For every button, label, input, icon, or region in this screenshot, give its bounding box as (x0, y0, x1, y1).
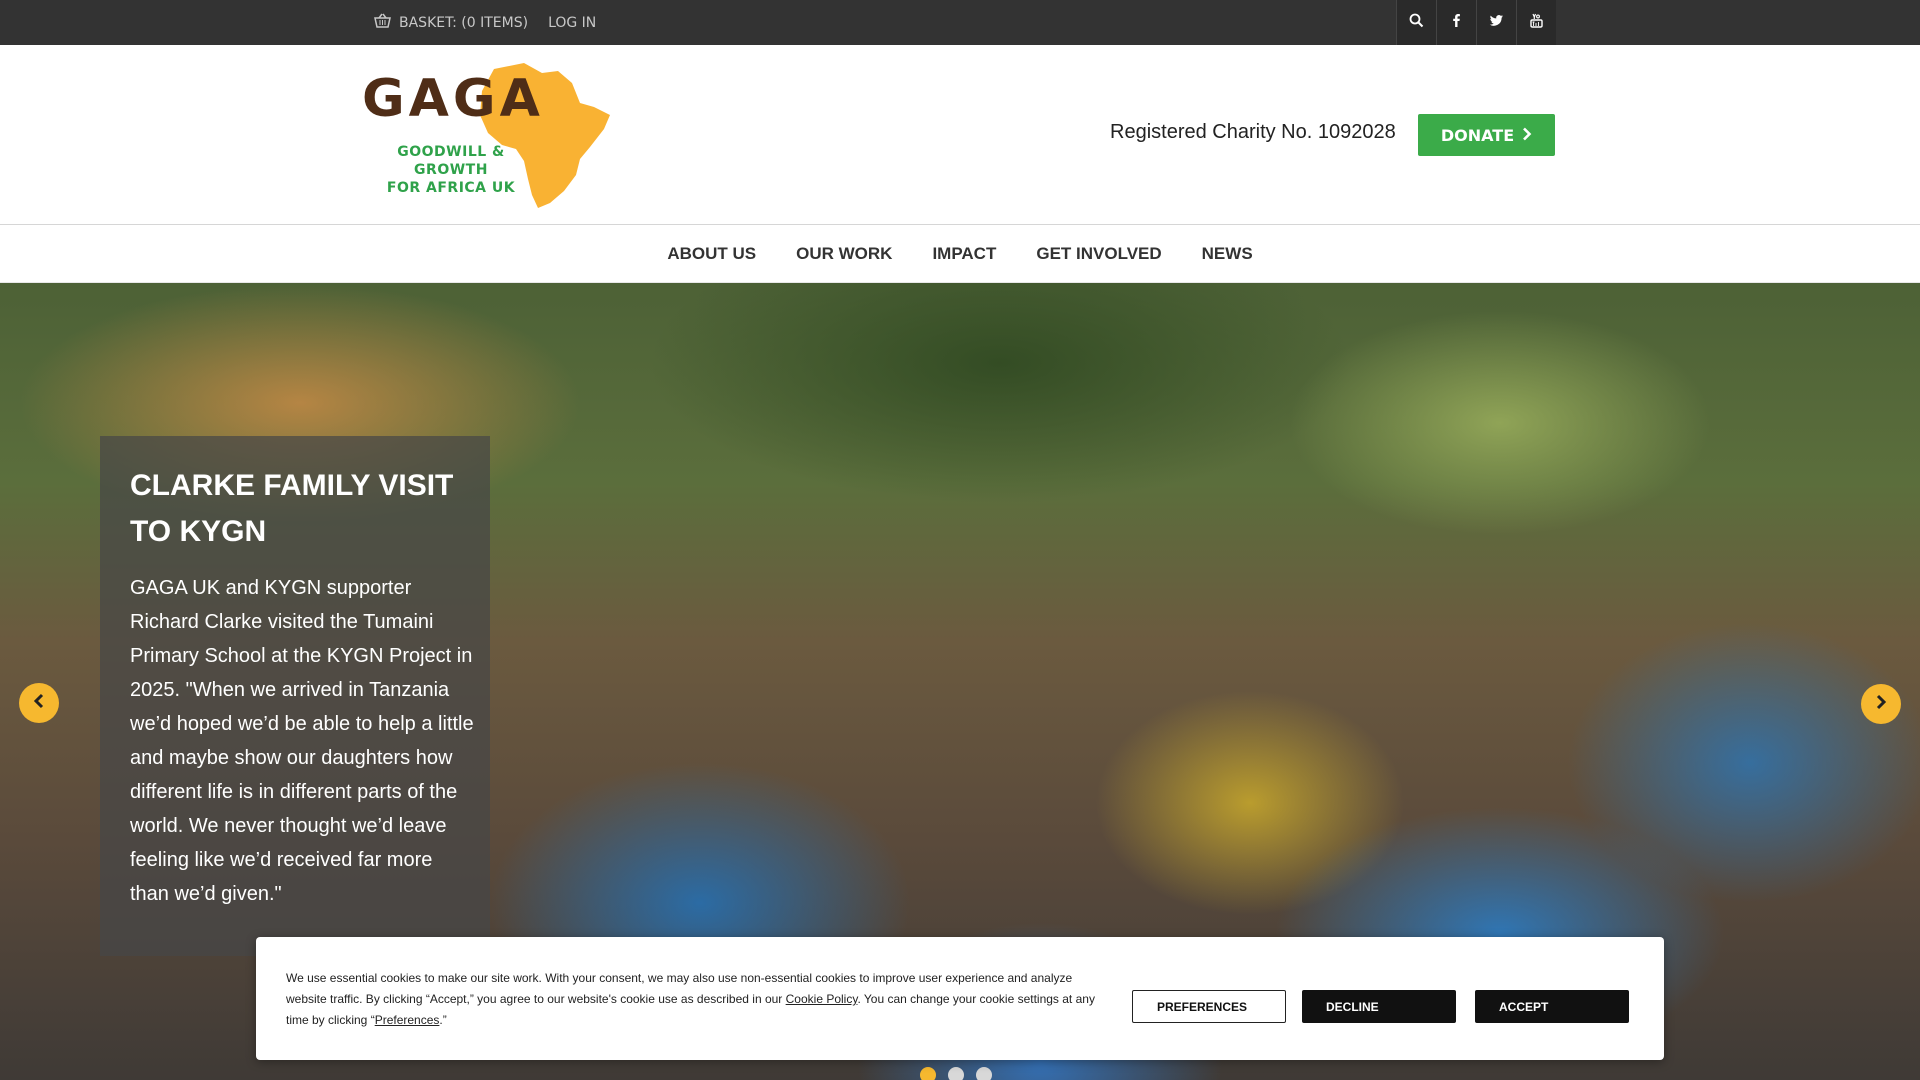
site-logo[interactable]: GAGA GOODWILL & GROWTH FOR AFRICA UK (362, 63, 612, 208)
logo-wordmark: GAGA (362, 69, 544, 129)
cookie-banner: We use essential cookies to make our sit… (256, 937, 1664, 1060)
donate-button[interactable]: DONATE (1418, 114, 1555, 156)
facebook-button[interactable] (1436, 0, 1476, 45)
facebook-icon (1449, 13, 1464, 32)
slider-dot-2[interactable] (948, 1067, 964, 1080)
youtube-button[interactable] (1516, 0, 1556, 45)
slider-dot-1[interactable] (920, 1067, 936, 1080)
main-nav: ABOUT US OUR WORK IMPACT GET INVOLVED NE… (0, 225, 1920, 283)
nav-item-about-us[interactable]: ABOUT US (667, 244, 756, 264)
logo-subtitle: GOODWILL & GROWTH FOR AFRICA UK (366, 143, 536, 197)
search-icon (1409, 13, 1424, 32)
charity-number: Registered Charity No. 1092028 (1110, 121, 1396, 143)
hero-title: CLARKE FAMILY VISIT TO KYGN (130, 469, 454, 548)
cookie-message: We use essential cookies to make our sit… (286, 968, 1116, 1031)
decline-button[interactable]: DECLINE (1302, 990, 1456, 1023)
chevron-right-icon (1875, 694, 1887, 714)
logo-subtitle-line2: FOR AFRICA UK (386, 180, 516, 196)
basket-label: BASKET: (0 ITEMS) (399, 14, 529, 31)
chevron-left-icon (33, 693, 45, 713)
hero-body: GAGA UK and KYGN supporter Richard Clark… (130, 577, 474, 905)
youtube-icon (1529, 13, 1544, 32)
chevron-right-icon (1522, 126, 1532, 145)
slider-next-button[interactable] (1861, 684, 1901, 724)
cookie-text-part3: .” (439, 1013, 447, 1027)
top-bar-icons (1396, 0, 1556, 45)
login-link[interactable]: LOG IN (548, 15, 596, 31)
basket-icon (374, 13, 391, 32)
donate-label: DONATE (1440, 125, 1515, 145)
logo-subtitle-line1: GOODWILL & GROWTH (397, 144, 505, 178)
slider-dots (920, 1067, 992, 1080)
preferences-link[interactable]: Preferences (375, 1013, 440, 1027)
slider-prev-button[interactable] (19, 683, 59, 723)
preferences-button[interactable]: PREFERENCES (1132, 990, 1286, 1023)
slider-dot-3[interactable] (976, 1067, 992, 1080)
nav-item-get-involved[interactable]: GET INVOLVED (1036, 244, 1161, 264)
site-header: GAGA GOODWILL & GROWTH FOR AFRICA UK Reg… (0, 45, 1920, 225)
twitter-button[interactable] (1476, 0, 1516, 45)
nav-item-impact[interactable]: IMPACT (932, 244, 996, 264)
top-bar-left: BASKET: (0 ITEMS) LOG IN (374, 0, 596, 45)
accept-button[interactable]: ACCEPT (1475, 990, 1629, 1023)
cookie-policy-link[interactable]: Cookie Policy (786, 992, 858, 1006)
twitter-icon (1489, 13, 1504, 32)
top-bar: BASKET: (0 ITEMS) LOG IN (0, 0, 1920, 45)
basket-link[interactable]: BASKET: (0 ITEMS) (374, 13, 528, 32)
search-button[interactable] (1396, 0, 1436, 45)
nav-item-our-work[interactable]: OUR WORK (796, 244, 892, 264)
nav-item-news[interactable]: NEWS (1202, 244, 1253, 264)
